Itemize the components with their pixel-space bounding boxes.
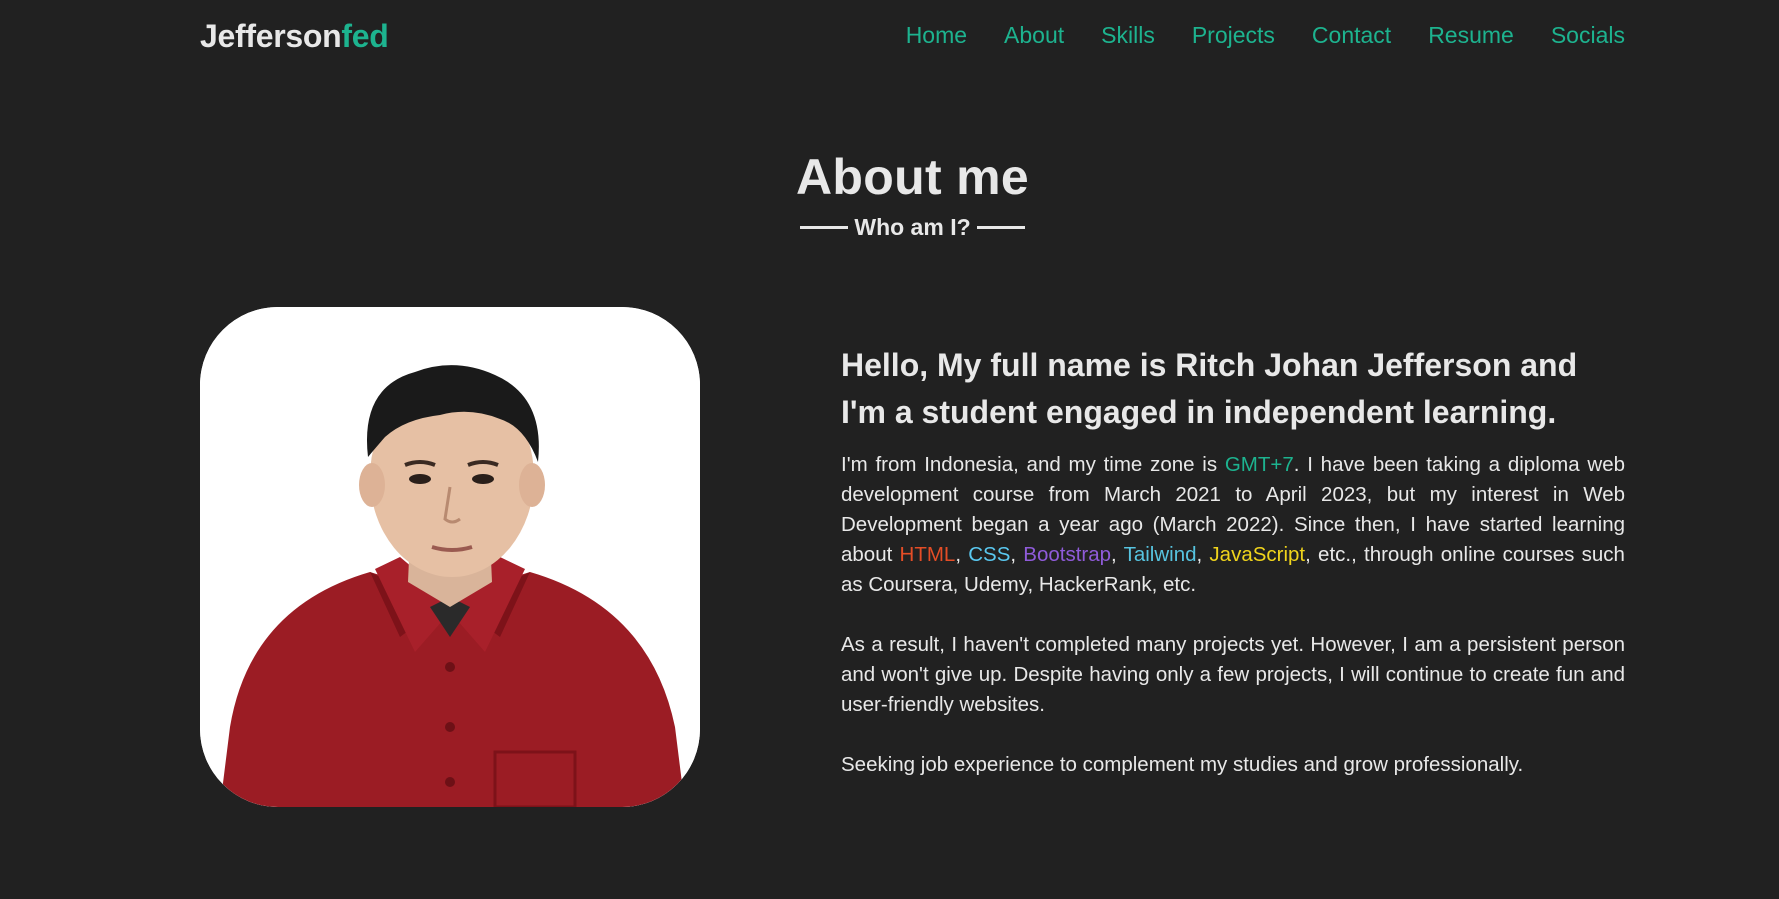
p1-sep-4: , — [1196, 543, 1210, 566]
p1-intro: I'm from Indonesia, and my time zone is — [841, 453, 1225, 476]
skill-tailwind: Tailwind — [1123, 543, 1197, 566]
nav-link-projects[interactable]: Projects — [1192, 22, 1275, 49]
skill-html: HTML — [899, 543, 956, 566]
profile-photo-illustration — [200, 307, 700, 807]
about-heading: Hello, My full name is Ritch Johan Jeffe… — [841, 347, 1578, 430]
nav-link-socials[interactable]: Socials — [1551, 22, 1625, 49]
section-title: About me — [796, 149, 1029, 205]
p1-sep-3: , — [1111, 543, 1124, 566]
about-text: Hello, My full name is Ritch Johan Jeffe… — [841, 342, 1625, 810]
subtitle-line-left — [800, 226, 849, 229]
profile-photo — [200, 307, 700, 807]
section-subtitle: Who am I? — [0, 214, 1779, 241]
nav-link-about[interactable]: About — [1004, 22, 1064, 49]
logo-text-accent: fed — [341, 18, 389, 54]
skill-css: CSS — [968, 543, 1011, 566]
page: Jeffersonfed Home About Skills Projects … — [0, 0, 1779, 899]
site-logo[interactable]: Jeffersonfed — [200, 18, 389, 55]
nav-link-resume[interactable]: Resume — [1428, 22, 1514, 49]
p1-sep-1: , — [955, 543, 969, 566]
about-paragraph-3: Seeking job experience to complement my … — [841, 753, 1524, 776]
nav-link-home[interactable]: Home — [906, 22, 967, 49]
subtitle-text: Who am I? — [854, 214, 971, 240]
about-paragraph-2: As a result, I haven't completed many pr… — [841, 633, 1625, 716]
p1-sep-2: , — [1010, 543, 1024, 566]
nav-link-contact[interactable]: Contact — [1312, 22, 1391, 49]
subtitle-line-right — [976, 226, 1025, 229]
about-paragraph-1: I'm from Indonesia, and my time zone is … — [841, 450, 1625, 600]
logo-text-main: Jefferson — [200, 18, 342, 54]
skill-bootstrap: Bootstrap — [1023, 543, 1112, 566]
nav-link-skills[interactable]: Skills — [1101, 22, 1155, 49]
timezone-highlight: GMT+7 — [1224, 453, 1294, 476]
navbar: Jeffersonfed Home About Skills Projects … — [0, 0, 1779, 80]
nav-menu: Home About Skills Projects Contact Resum… — [869, 22, 1625, 49]
skill-javascript: JavaScript — [1209, 543, 1306, 566]
